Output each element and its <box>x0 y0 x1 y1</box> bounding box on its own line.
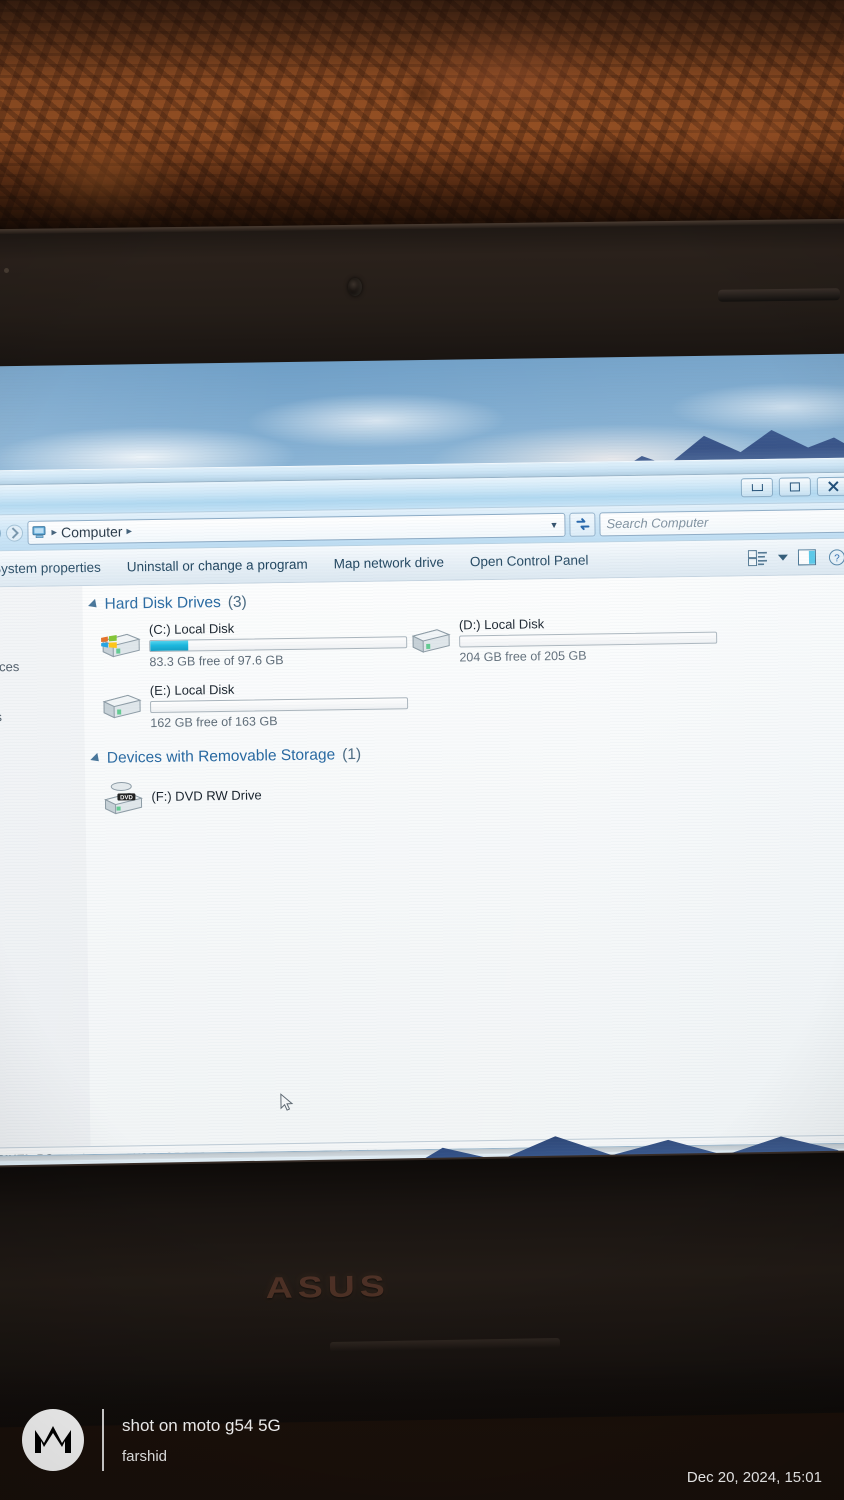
drive-tile-c[interactable]: (C:) Local Disk 83.3 GB free of 97.6 GB <box>97 613 408 679</box>
status-workgroup-value: WORKGROUP <box>129 1151 207 1156</box>
computer-explorer-window: ▸ Computer ▸ ▼ Search Computer System pr… <box>0 471 844 1157</box>
content-pane: Hard Disk Drives (3) (C:) Local Disk 83.… <box>82 574 844 1147</box>
cmd-open-control-panel[interactable]: Open Control Panel <box>470 553 589 570</box>
drive-usage-fill-c <box>150 640 189 652</box>
asus-logo: ASUS <box>265 1269 391 1306</box>
hard-drive-icon <box>102 694 142 719</box>
address-bar[interactable]: ▸ Computer ▸ ▼ <box>27 512 566 545</box>
minimize-icon <box>751 483 763 492</box>
drive-capacity-d: 204 GB free of 205 GB <box>459 648 587 665</box>
hard-disk-drive-tiles: (C:) Local Disk 83.3 GB free of 97.6 GB <box>83 607 844 740</box>
refresh-button[interactable] <box>569 511 596 537</box>
maximize-button[interactable] <box>778 477 812 497</box>
drive-name-e: (E:) Local Disk <box>149 681 235 699</box>
sidebar-item-desktop[interactable]: Desktop <box>0 613 83 636</box>
refresh-icon <box>575 518 589 531</box>
group-count-removable-storage: (1) <box>342 745 362 764</box>
window-controls <box>740 476 844 498</box>
view-options-caret-icon[interactable] <box>777 554 788 561</box>
computer-icon <box>32 525 46 538</box>
sidebar-item-computer[interactable]: Computer <box>0 799 86 820</box>
minimize-button[interactable] <box>740 477 774 498</box>
close-button[interactable] <box>816 476 844 497</box>
drive-usage-bar-e <box>150 697 409 714</box>
drive-info-c: (C:) Local Disk 83.3 GB free of 97.6 GB <box>149 618 408 669</box>
breadcrumb-computer[interactable]: Computer <box>61 523 123 540</box>
motorola-m-glyph <box>35 1426 71 1453</box>
search-input[interactable]: Search Computer <box>599 508 844 536</box>
svg-text:?: ? <box>834 553 840 564</box>
forward-arrow-icon[interactable] <box>5 523 23 542</box>
status-workgroup-label: Workgroup: <box>62 1153 121 1157</box>
nav-group-libraries: Libraries Documents Music Pictures Video… <box>0 686 85 791</box>
help-icon[interactable]: ? <box>828 548 844 565</box>
hard-drive-icon <box>411 629 451 653</box>
sidebar-item-music[interactable]: Music <box>0 726 85 749</box>
webcam-icon <box>347 277 363 297</box>
camera-watermark: shot on moto g54 5G farshid Dec 20, 2024… <box>0 1380 844 1500</box>
watermark-date: Dec 20, 2024, 15:01 <box>686 1469 822 1486</box>
motorola-logo-icon <box>22 1409 84 1471</box>
breadcrumb-separator-1: ▸ <box>51 526 58 539</box>
group-count-hard-disk-drives: (3) <box>227 593 247 611</box>
watermark-divider <box>102 1409 104 1471</box>
nav-group-computer: Computer <box>0 799 86 820</box>
system-drive-icon <box>101 633 141 658</box>
group-title-hard-disk-drives: Hard Disk Drives <box>104 594 221 613</box>
watermark-author: farshid <box>122 1447 168 1465</box>
nav-group-network: Network <box>0 828 86 849</box>
group-title-removable-storage: Devices with Removable Storage <box>106 746 336 767</box>
status-computer-name: PIXEL-PC <box>0 1152 54 1157</box>
cmd-uninstall-change-program[interactable]: Uninstall or change a program <box>127 557 308 575</box>
drive-usage-bar-c <box>149 636 408 653</box>
breadcrumb-separator-2[interactable]: ▸ <box>126 524 132 537</box>
mouse-pointer-icon <box>280 1093 294 1111</box>
sidebar-item-documents[interactable]: Documents <box>0 705 84 728</box>
navigation-pane-scroll: Favorites Desktop Downloads Recent Place… <box>0 594 86 849</box>
status-memory-label: Memory: <box>286 1149 332 1157</box>
watermark-text: shot on moto g54 5G farshid <box>122 1416 281 1465</box>
sidebar-item-network[interactable]: Network <box>0 828 86 849</box>
nav-group-favorites: Favorites Desktop Downloads Recent Place… <box>0 594 84 678</box>
watermark-device: shot on moto g54 5G <box>122 1415 281 1435</box>
sidebar-item-downloads[interactable]: Downloads <box>0 634 83 657</box>
cmd-map-network-drive[interactable]: Map network drive <box>334 555 445 572</box>
preview-pane-icon[interactable] <box>797 548 818 566</box>
drive-info-e: (E:) Local Disk 162 GB free of 163 GB <box>150 679 409 730</box>
drive-info-d: (D:) Local Disk 204 GB free of 205 GB <box>458 614 718 665</box>
laptop-screen: ▸ Computer ▸ ▼ Search Computer System pr… <box>0 353 844 1179</box>
maximize-icon <box>789 482 800 492</box>
drive-name-c: (C:) Local Disk <box>148 620 235 638</box>
cmd-system-properties[interactable]: System properties <box>0 560 101 577</box>
view-options-icon[interactable] <box>747 549 768 566</box>
drive-tile-e[interactable]: (E:) Local Disk 162 GB free of 163 GB <box>98 674 409 740</box>
nav-head-libraries[interactable]: Libraries <box>0 686 84 707</box>
device-tile-f[interactable]: DVD (F:) DVD RW Drive <box>99 767 410 816</box>
search-placeholder-text: Search Computer <box>606 514 709 532</box>
search-placeholder: Search Computer <box>606 515 708 532</box>
triangle-collapse-icon[interactable] <box>90 752 103 765</box>
drive-tile-d[interactable]: (D:) Local Disk 204 GB free of 205 GB <box>407 609 718 675</box>
photo-canvas: ▸ Computer ▸ ▼ Search Computer System pr… <box>0 0 844 1500</box>
window-body: Favorites Desktop Downloads Recent Place… <box>0 574 844 1148</box>
triangle-collapse-icon[interactable] <box>88 598 101 611</box>
sidebar-item-pictures[interactable]: Pictures <box>0 747 85 770</box>
bezel-indicator-light <box>4 268 9 273</box>
drive-name-d: (D:) Local Disk <box>458 616 545 633</box>
command-bar-right-tools: ? <box>747 539 844 576</box>
back-arrow-icon[interactable] <box>0 524 2 542</box>
dvd-badge-text: DVD <box>120 795 133 801</box>
navigation-pane: Favorites Desktop Downloads Recent Place… <box>0 586 91 1148</box>
drive-capacity-e: 162 GB free of 163 GB <box>150 714 278 731</box>
sidebar-item-videos[interactable]: Videos <box>0 768 85 791</box>
close-icon <box>827 481 839 492</box>
nav-head-favorites[interactable]: Favorites <box>0 594 83 615</box>
address-dropdown-icon[interactable]: ▼ <box>549 519 560 529</box>
sidebar-item-recent-places[interactable]: Recent Places <box>0 655 84 678</box>
device-name-f: (F:) DVD RW Drive <box>151 786 262 804</box>
dvd-drive-icon: DVD <box>104 782 144 815</box>
lid-vent-slot <box>717 288 841 302</box>
drive-capacity-c: 83.3 GB free of 97.6 GB <box>149 653 284 670</box>
drive-usage-bar-d <box>459 631 718 648</box>
